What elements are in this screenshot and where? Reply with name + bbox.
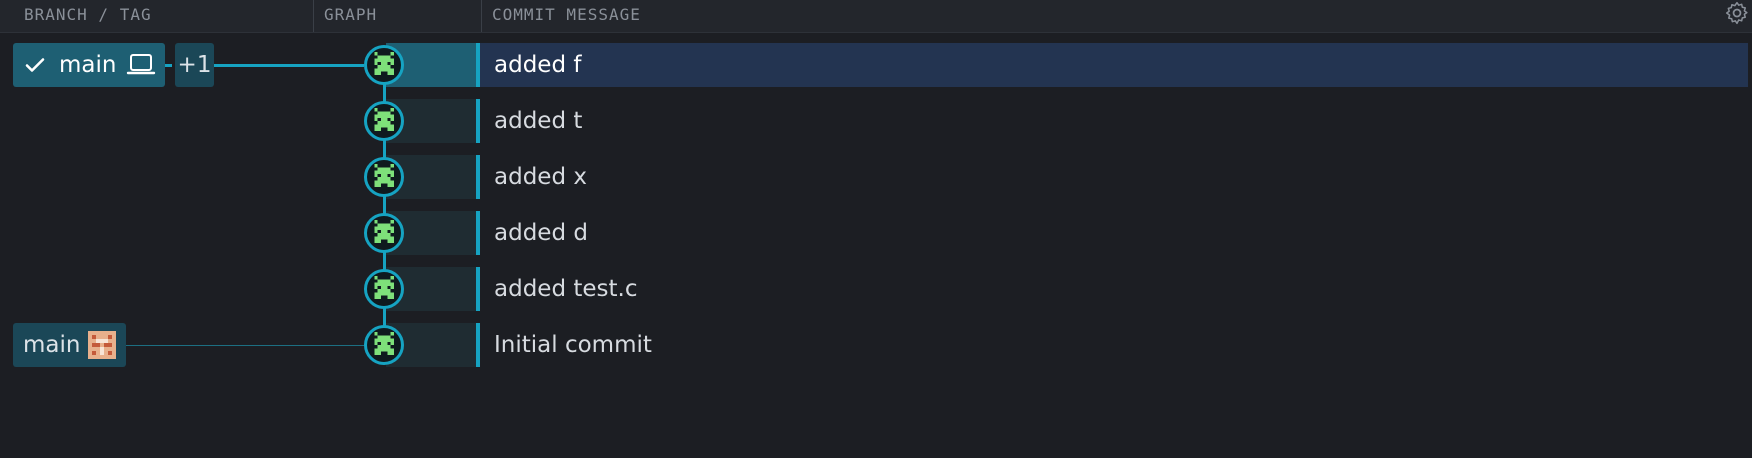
checkmark-icon (25, 58, 45, 72)
commit-node[interactable] (364, 325, 404, 365)
graph-column-header[interactable]: GRAPH (324, 5, 377, 24)
row-accent-bar (476, 43, 480, 87)
more-refs-count: +1 (177, 52, 212, 78)
ref-connector-line (164, 64, 172, 67)
commit-node[interactable] (364, 101, 404, 141)
commit-avatar-icon (374, 164, 394, 187)
commit-message[interactable]: added test.c (494, 267, 637, 311)
local-branch-pill[interactable]: main (13, 43, 165, 87)
commit-node[interactable] (364, 213, 404, 253)
branch-tag-column-header[interactable]: BRANCH / TAG (24, 5, 152, 24)
commit-message[interactable]: Initial commit (494, 323, 652, 367)
graph-header: BRANCH / TAG GRAPH COMMIT MESSAGE (0, 0, 1752, 33)
local-branch-name: main (59, 52, 117, 78)
commit-message[interactable]: added t (494, 99, 582, 143)
row-accent-bar (476, 323, 480, 367)
commit-node[interactable] (364, 269, 404, 309)
ref-connector-line (214, 64, 364, 67)
commit-avatar-icon (374, 52, 394, 75)
commit-avatar-icon (374, 276, 394, 299)
commit-avatar-icon (374, 108, 394, 131)
remote-branch-name: main (23, 332, 81, 358)
commit-node[interactable] (364, 157, 404, 197)
commit-avatar-icon (374, 332, 394, 355)
commit-message[interactable]: added d (494, 211, 588, 255)
more-refs-badge[interactable]: +1 (175, 43, 214, 87)
remote-branch-pill[interactable]: main (13, 323, 126, 367)
commit-message-column-header[interactable]: COMMIT MESSAGE (492, 5, 641, 24)
remote-avatar-icon (88, 331, 117, 359)
commit-node[interactable] (364, 45, 404, 85)
laptop-icon (127, 54, 156, 75)
column-divider[interactable] (481, 0, 482, 32)
row-accent-bar (476, 155, 480, 199)
commit-message[interactable]: added x (494, 155, 587, 199)
commit-avatar-icon (374, 220, 394, 243)
selected-row-highlight (480, 43, 1748, 87)
remote-ref-connector-line (126, 345, 364, 346)
settings-gear-icon[interactable] (1724, 0, 1750, 26)
row-accent-bar (476, 99, 480, 143)
row-accent-bar (476, 211, 480, 255)
column-divider[interactable] (313, 0, 314, 32)
commit-message[interactable]: added f (494, 43, 581, 87)
row-accent-bar (476, 267, 480, 311)
